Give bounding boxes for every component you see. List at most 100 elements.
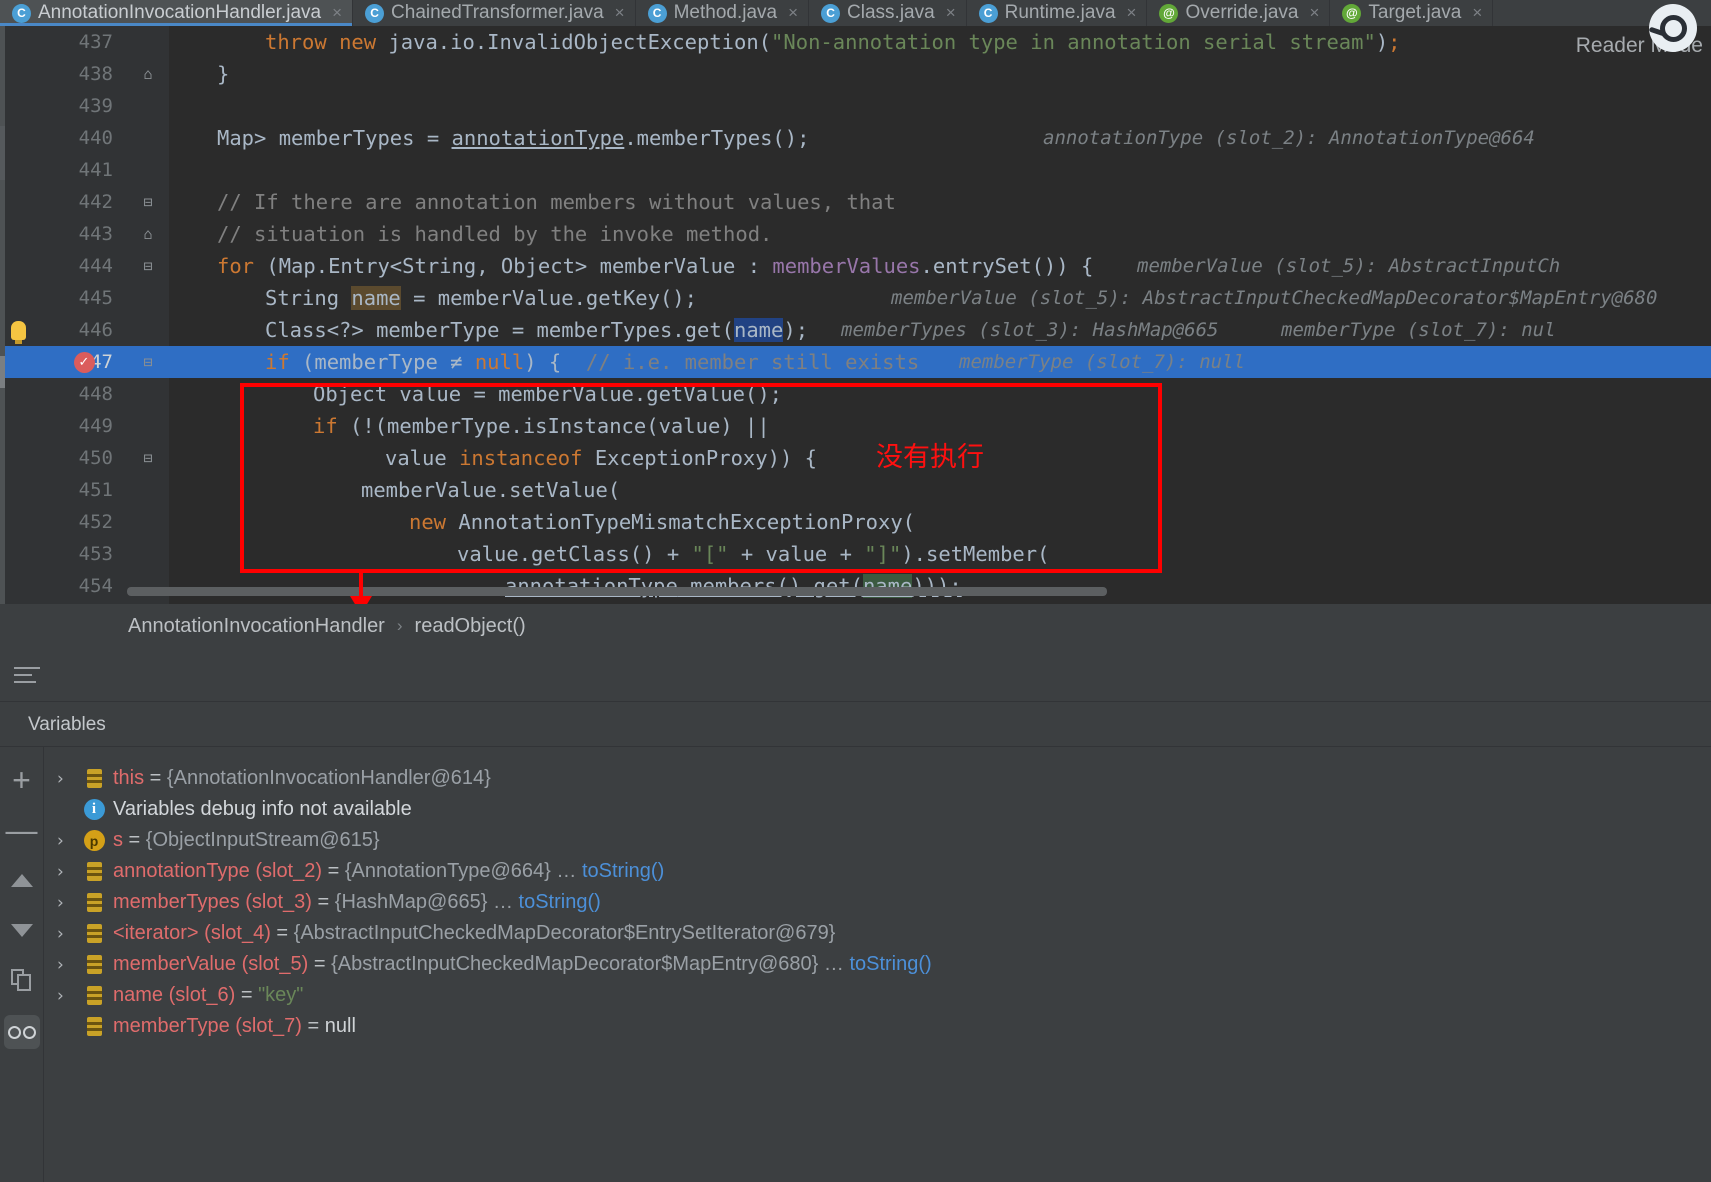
code-line[interactable] (169, 154, 1711, 186)
fold-row[interactable]: ⊟ (127, 186, 169, 218)
gutter-row[interactable]: 443 (5, 218, 127, 250)
fold-row[interactable] (127, 90, 169, 122)
variable-row[interactable]: › memberType (slot_7) = null (45, 1011, 1711, 1042)
close-icon[interactable]: × (1472, 3, 1482, 23)
fold-row[interactable] (127, 154, 169, 186)
fold-row[interactable]: ⌂ (127, 218, 169, 250)
variable-row[interactable]: › p s = {ObjectInputStream@615} (45, 825, 1711, 856)
code-editor[interactable]: 437 438 439 440 441 442 443 444 445 446 447 ✓ 448 449… (0, 26, 1711, 604)
fold-row[interactable] (127, 570, 169, 602)
variable-row[interactable]: › <iterator> (slot_4) = {AbstractInputChe… (45, 918, 1711, 949)
variable-row[interactable]: › memberTypes (slot_3) = {HashMap@665} … … (45, 887, 1711, 918)
code-line[interactable]: value.getClass() + "[" + value + "]").se… (169, 538, 1711, 570)
fold-row[interactable] (127, 410, 169, 442)
editor-tab[interactable]: C Class.java × (809, 0, 967, 26)
gutter-row[interactable]: 450 (5, 442, 127, 474)
variable-tostring-link[interactable]: toString() (519, 891, 601, 913)
expand-chevron-icon[interactable]: › (57, 769, 81, 789)
editor-tab[interactable]: C Method.java × (636, 0, 810, 26)
gutter-row[interactable]: 447 ✓ (5, 346, 127, 378)
expand-chevron-icon[interactable]: › (57, 831, 81, 851)
fold-row[interactable] (127, 378, 169, 410)
editor-horizontal-scrollbar[interactable] (127, 587, 1107, 596)
gutter-row[interactable]: 442 (5, 186, 127, 218)
variable-row[interactable]: › memberValue (slot_5) = {AbstractInputCh… (45, 949, 1711, 980)
gutter-row[interactable]: 453 (5, 538, 127, 570)
fold-row[interactable]: ⌂ (127, 58, 169, 90)
steam-icon[interactable] (1649, 4, 1697, 52)
code-line[interactable]: Object value = memberValue.getValue(); (169, 378, 1711, 410)
editor-tab[interactable]: @ Override.java × (1147, 0, 1331, 26)
gutter-row[interactable]: 444 (5, 250, 127, 282)
fold-row[interactable]: ⊟ (127, 346, 169, 378)
expand-chevron-icon[interactable]: › (57, 893, 81, 913)
code-line[interactable]: for (Map.Entry<String, Object> memberVal… (169, 250, 1711, 282)
breakpoint-icon[interactable]: ✓ (63, 346, 105, 378)
fold-collapse-icon[interactable]: ⊟ (127, 186, 169, 218)
fold-row[interactable] (127, 474, 169, 506)
tab-variables[interactable]: Variables (28, 714, 106, 736)
code-line[interactable]: } (169, 58, 1711, 90)
expand-chevron-icon[interactable]: › (57, 955, 81, 975)
expand-chevron-icon[interactable]: › (57, 862, 81, 882)
fold-end-icon[interactable]: ⌂ (127, 218, 169, 250)
code-line[interactable]: Map> memberTypes = annotationType.member… (169, 122, 1711, 154)
fold-row[interactable] (127, 314, 169, 346)
fold-row[interactable]: ⊟ (127, 250, 169, 282)
fold-row[interactable] (127, 506, 169, 538)
code-line[interactable]: memberValue.setValue( (169, 474, 1711, 506)
settings-icon[interactable] (14, 665, 40, 685)
variable-row[interactable]: › this = {AnnotationInvocationHandler@614… (45, 763, 1711, 794)
gutter-row[interactable]: 452 (5, 506, 127, 538)
code-line[interactable]: if (memberType ≠ null) { // i.e. member … (169, 346, 1711, 378)
copy-button[interactable] (7, 965, 37, 995)
code-line[interactable]: Class<?> memberType = memberTypes.get(na… (169, 314, 1711, 346)
gutter-row[interactable]: 439 (5, 90, 127, 122)
close-icon[interactable]: × (946, 3, 956, 23)
gutter-row[interactable]: 437 (5, 26, 127, 58)
code-line[interactable]: // situation is handled by the invoke me… (169, 218, 1711, 250)
fold-row[interactable] (127, 538, 169, 570)
breadcrumb[interactable]: AnnotationInvocationHandler › readObject… (0, 604, 1711, 648)
variable-tostring-link[interactable]: toString() (849, 953, 931, 975)
expand-chevron-icon[interactable]: › (57, 986, 81, 1006)
inspect-button[interactable] (3, 1015, 40, 1049)
editor-tab[interactable]: C ChainedTransformer.java × (353, 0, 636, 26)
gutter-row[interactable]: 446 (5, 314, 127, 346)
gutter-row[interactable]: 454 (5, 570, 127, 602)
close-icon[interactable]: × (1309, 3, 1319, 23)
close-icon[interactable]: × (788, 3, 798, 23)
code-line[interactable]: throw new java.io.InvalidObjectException… (169, 26, 1711, 58)
gutter-row[interactable]: 445 (5, 282, 127, 314)
variable-row[interactable]: ›i Variables debug info not available (45, 794, 1711, 825)
fold-collapse-icon[interactable]: ⊟ (127, 250, 169, 282)
add-watch-button[interactable]: + (7, 764, 37, 796)
move-up-button[interactable] (7, 865, 37, 895)
intention-bulb-icon[interactable] (0, 314, 39, 346)
variable-row[interactable]: › annotationType (slot_2) = {AnnotationTy… (45, 856, 1711, 887)
close-icon[interactable]: × (332, 3, 342, 23)
gutter-row[interactable]: 448 (5, 378, 127, 410)
fold-row[interactable] (127, 282, 169, 314)
close-icon[interactable]: × (615, 3, 625, 23)
code-content[interactable]: throw new java.io.InvalidObjectException… (169, 26, 1711, 604)
gutter-row[interactable]: 449 (5, 410, 127, 442)
breadcrumb-class[interactable]: AnnotationInvocationHandler (128, 615, 385, 638)
code-line[interactable]: // If there are annotation members witho… (169, 186, 1711, 218)
gutter-row[interactable]: 451 (5, 474, 127, 506)
variable-row[interactable]: › name (slot_6) = "key" (45, 980, 1711, 1011)
variable-tostring-link[interactable]: toString() (582, 860, 664, 882)
move-down-button[interactable] (7, 915, 37, 945)
gutter-row[interactable]: 440 (5, 122, 127, 154)
line-number-gutter[interactable]: 437 438 439 440 441 442 443 444 445 446 447 ✓ 448 449… (5, 26, 127, 604)
fold-row[interactable] (127, 122, 169, 154)
close-icon[interactable]: × (1127, 3, 1137, 23)
code-line[interactable] (169, 90, 1711, 122)
code-line[interactable]: String name = memberValue.getKey(); membe… (169, 282, 1711, 314)
gutter-row[interactable]: 438 (5, 58, 127, 90)
editor-tab[interactable]: C AnnotationInvocationHandler.java × (0, 0, 354, 26)
expand-chevron-icon[interactable]: › (57, 924, 81, 944)
fold-row[interactable] (127, 26, 169, 58)
remove-watch-button[interactable]: — (6, 814, 38, 846)
breadcrumb-method[interactable]: readObject() (415, 615, 526, 638)
